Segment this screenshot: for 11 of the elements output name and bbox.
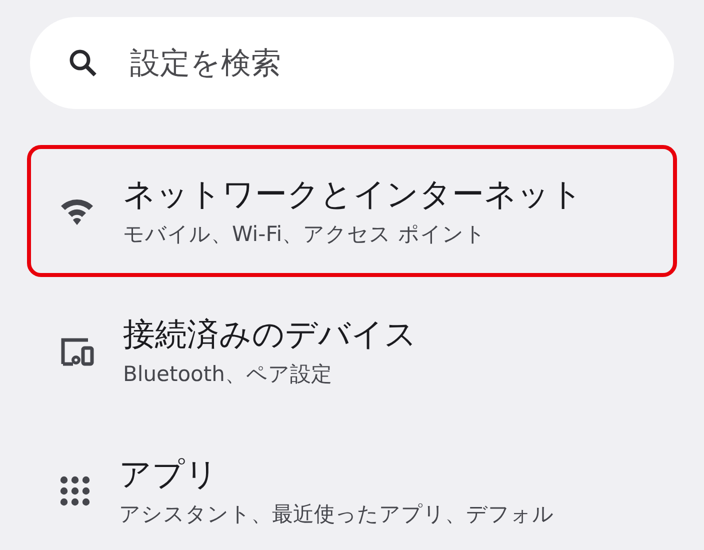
search-field[interactable]: 設定を検索 bbox=[30, 17, 674, 109]
settings-item[interactable]: ネットワークとインターネット モバイル、Wi-Fi、アクセス ポイント bbox=[27, 145, 677, 277]
item-subtitle: Bluetooth、ペア設定 bbox=[123, 361, 333, 388]
item-title: 接続済みのデバイス bbox=[123, 314, 417, 354]
item-subtitle: モバイル、Wi-Fi、アクセス ポイント bbox=[123, 221, 487, 248]
item-title: ネットワークとインターネット bbox=[123, 174, 583, 214]
settings-item[interactable]: 接続済みのデバイス Bluetooth、ペア設定 bbox=[27, 285, 677, 417]
item-title: アプリ bbox=[119, 454, 219, 494]
item-subtitle: アシスタント、最近使ったアプリ、デフォル bbox=[119, 501, 554, 528]
apps-icon bbox=[59, 475, 91, 507]
settings-item[interactable]: アプリ アシスタント、最近使ったアプリ、デフォル bbox=[27, 425, 677, 550]
